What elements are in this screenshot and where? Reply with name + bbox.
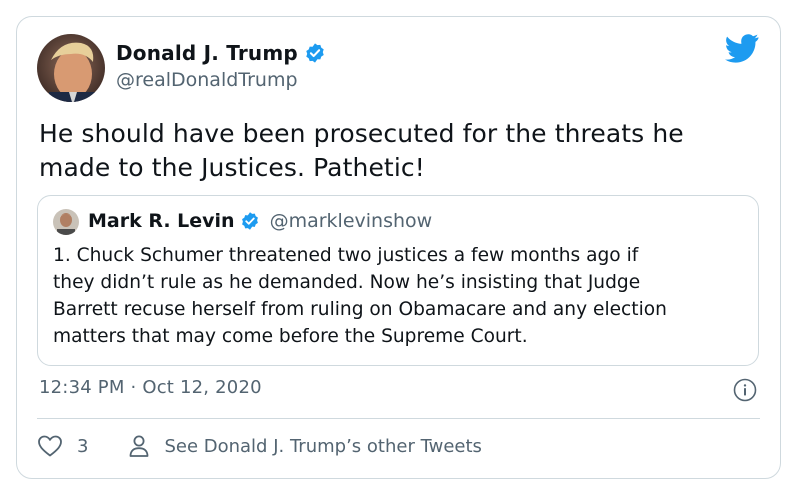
author-handle[interactable]: @realDonaldTrump	[116, 69, 298, 91]
quoted-text-line: 1. Chuck Schumer threatened two justices…	[53, 245, 639, 266]
author-display-name[interactable]: Donald J. Trump	[116, 41, 298, 65]
quoted-text-line: they didn’t rule as he demanded. Now he’…	[53, 272, 641, 293]
author-avatar[interactable]	[37, 34, 105, 102]
see-other-tweets-link[interactable]: See Donald J. Trump’s other Tweets	[164, 436, 481, 457]
tweet-text: He should have been prosecuted for the t…	[39, 117, 759, 185]
heart-icon[interactable]	[37, 434, 63, 458]
quoted-author-avatar	[53, 209, 79, 235]
tweet-timestamp[interactable]: 12:34 PM · Oct 12, 2020	[39, 377, 262, 398]
quoted-text-line: matters that may come before the Supreme…	[53, 326, 528, 347]
divider	[37, 418, 760, 419]
verified-badge-icon	[241, 212, 258, 230]
person-icon[interactable]	[128, 434, 150, 458]
tweet-text-line: He should have been prosecuted for the t…	[39, 119, 684, 148]
quoted-text: 1. Chuck Schumer threatened two justices…	[53, 242, 753, 350]
like-count[interactable]: 3	[77, 436, 88, 457]
action-bar: 3 See Donald J. Trump’s other Tweets	[37, 434, 482, 458]
quoted-text-line: Barrett recuse herself from ruling on Ob…	[53, 299, 667, 320]
quoted-handle: @marklevinshow	[269, 210, 433, 232]
tweet-card: Donald J. Trump @realDonaldTrump He shou…	[16, 16, 781, 479]
quoted-tweet[interactable]: Mark R. Levin @marklevinshow 1. Chuck Sc…	[37, 195, 759, 366]
verified-badge-icon	[306, 43, 324, 63]
info-icon[interactable]	[733, 378, 757, 402]
quoted-display-name: Mark R. Levin	[88, 210, 235, 232]
author-name-row[interactable]: Donald J. Trump	[116, 41, 326, 65]
tweet-text-line: made to the Justices. Pathetic!	[39, 153, 425, 182]
twitter-bird-icon[interactable]	[725, 33, 759, 63]
quoted-header: Mark R. Levin @marklevinshow	[88, 210, 432, 232]
